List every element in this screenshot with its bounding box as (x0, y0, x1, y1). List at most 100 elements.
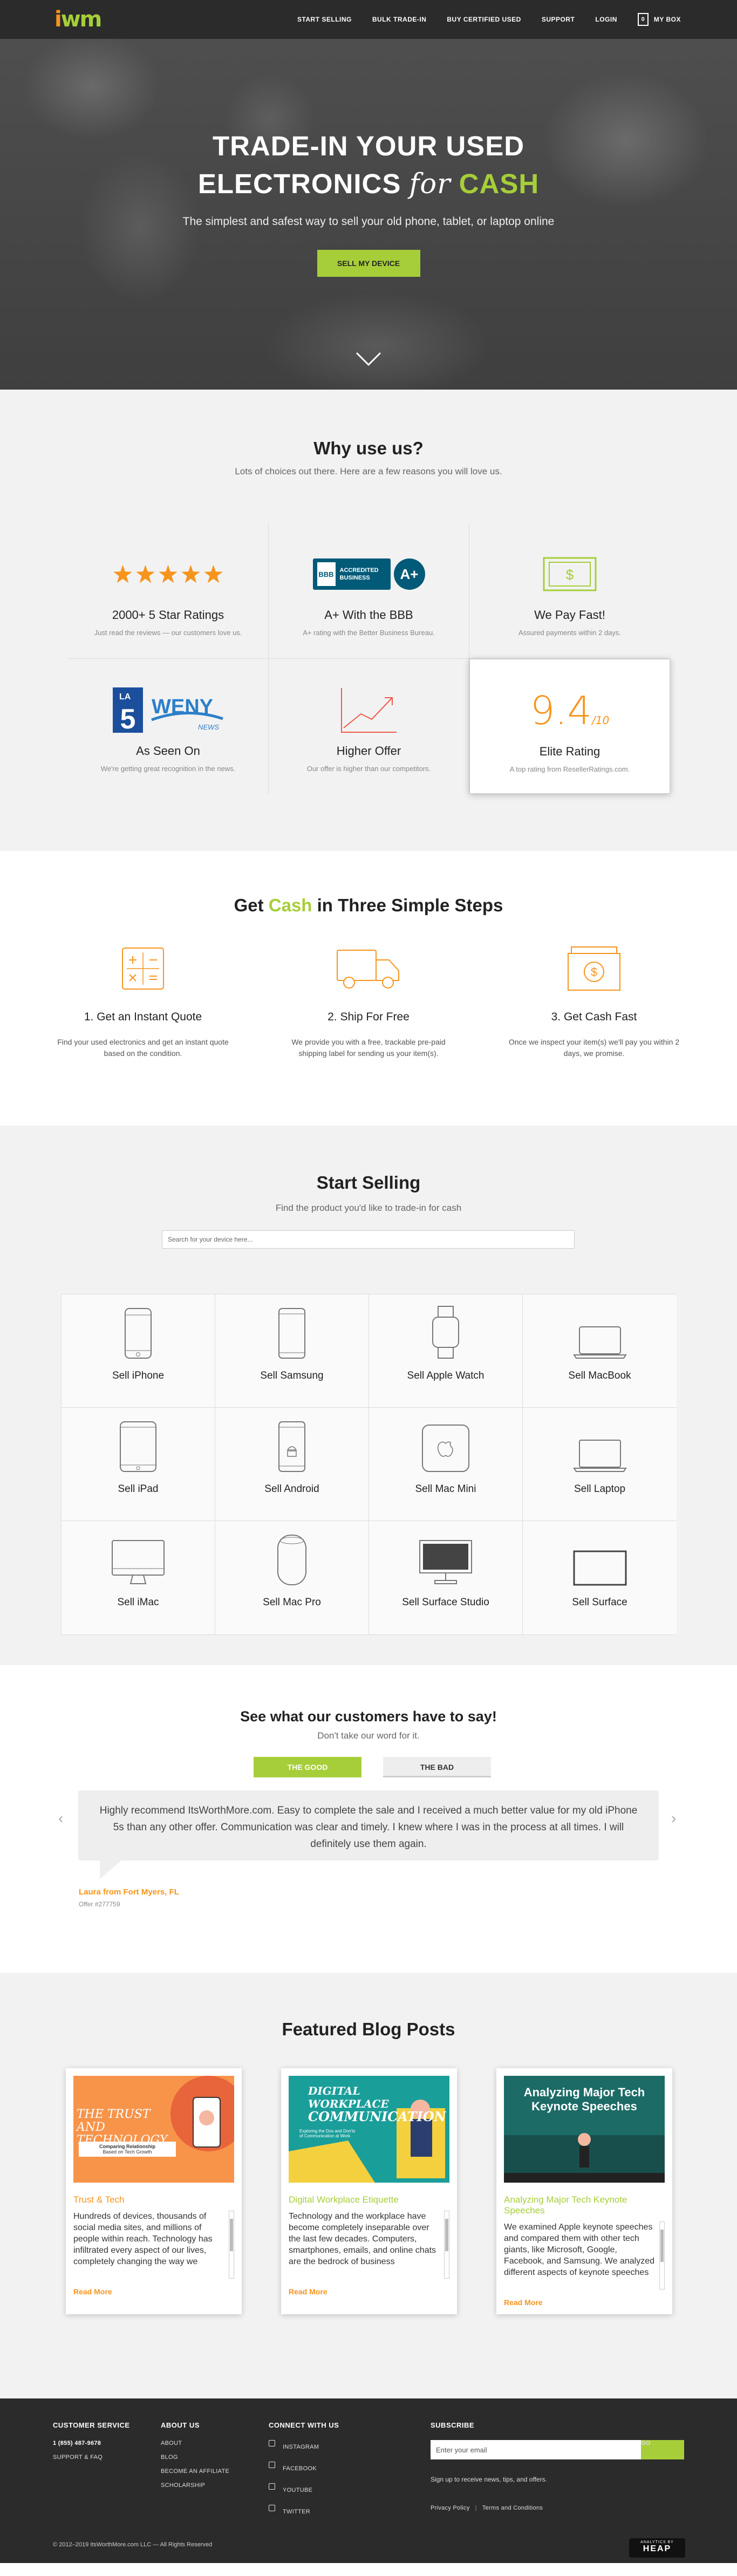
hero-title: TRADE-IN YOUR USED ELECTRONICS for CASH (0, 127, 737, 203)
why-item-bbb: BBB ACCREDITED BUSINESS A+ A+ With the BBB… (269, 523, 469, 659)
nav-buy-certified-used[interactable]: BUY CERTIFIED USED (447, 16, 521, 23)
product-tile-iphone[interactable]: Sell iPhone (62, 1294, 215, 1408)
product-tile-apple-watch[interactable]: Sell Apple Watch (369, 1294, 523, 1408)
news-weny-sub: NEWS (198, 723, 219, 731)
my-box-button[interactable]: 0 MY BOX (637, 13, 681, 26)
ipad-icon (62, 1419, 215, 1478)
footer-support-link[interactable]: SUPPORT & FAQ (53, 2454, 130, 2461)
footer-scholarship-link[interactable]: SCHOLARSHIP (161, 2482, 229, 2489)
tab-the-bad[interactable]: THE BAD (383, 1757, 491, 1777)
footer-blog-link[interactable]: BLOG (161, 2454, 229, 2461)
product-label: Sell iPad (118, 1483, 159, 1495)
sell-subtitle: Find the product you'd like to trade-in … (275, 1203, 462, 1213)
nav-login[interactable]: LOGIN (595, 16, 617, 23)
blog-image-text: Analyzing Major Tech (523, 2086, 645, 2099)
site-logo[interactable]: i wm (54, 7, 102, 32)
youtube-link[interactable]: YOUTUBE (269, 2483, 339, 2497)
blog-image-keynote-speeches[interactable]: Analyzing Major Tech Keynote Speeches (504, 2076, 665, 2183)
email-field[interactable]: Enter your email (431, 2440, 641, 2459)
product-tile-macbook[interactable]: Sell MacBook (523, 1294, 677, 1408)
product-tile-android[interactable]: Sell Android (215, 1408, 369, 1521)
iphone-icon (62, 1305, 215, 1365)
blog-post-title[interactable]: Trust & Tech (73, 2195, 234, 2205)
bbb-line2: BUSINESS (339, 575, 370, 581)
dollar-bill-icon: $ (469, 555, 670, 593)
why-item-pay-fast: $ We Pay Fast! Assured payments within 2… (469, 523, 670, 659)
blog-post-excerpt: Hundreds of devices, thousands of social… (73, 2212, 213, 2266)
hero-title-electronics: ELECTRONICS (197, 168, 401, 199)
footer-phone[interactable]: 1 (855) 487-9678 (53, 2440, 130, 2446)
footer-heading: CONNECT WITH US (269, 2421, 339, 2429)
tab-the-good[interactable]: THE GOOD (254, 1757, 361, 1777)
read-more-link[interactable]: Read More (73, 2287, 234, 2296)
sell-title: Start Selling (316, 1173, 421, 1192)
footer-heading: ABOUT US (161, 2421, 200, 2429)
step-title: 3. Get Cash Fast (551, 1011, 637, 1023)
nav-support[interactable]: SUPPORT (542, 16, 575, 23)
terms-link[interactable]: Terms and Conditions (482, 2505, 543, 2511)
product-tile-laptop[interactable]: Sell Laptop (523, 1408, 677, 1521)
product-tile-mac-mini[interactable]: Sell Mac Mini (369, 1408, 523, 1521)
step-ship: 2. Ship For Free We provide you with a f… (279, 947, 458, 1059)
social-label: FACEBOOK (283, 2465, 317, 2472)
my-box-label: MY BOX (653, 16, 681, 23)
step-title: 2. Ship For Free (327, 1011, 410, 1023)
macbook-icon (523, 1305, 677, 1365)
why-item-title: Higher Offer (336, 744, 401, 758)
instagram-icon (269, 2440, 275, 2446)
product-tile-mac-pro[interactable]: Sell Mac Pro (215, 1521, 369, 1634)
elite-score-unit: /10 (592, 714, 610, 727)
excerpt-scrollbar[interactable] (444, 2211, 449, 2279)
blog-image-text: Comparing Relationship (99, 2144, 155, 2149)
blog-image-text: COMMUNICATION (308, 2109, 446, 2124)
heap-analytics-badge[interactable]: ANALYTICS BY HEAP (629, 2538, 685, 2558)
blog-post-title[interactable]: Digital Workplace Etiquette (289, 2195, 449, 2205)
product-tile-surface-studio[interactable]: Sell Surface Studio (369, 1521, 523, 1634)
product-tile-surface[interactable]: Sell Surface (523, 1521, 677, 1634)
testimonials-section: See what our customers have to say! Don'… (0, 1665, 737, 1973)
product-tile-imac[interactable]: Sell iMac (62, 1521, 215, 1634)
subscribe-form: Enter your email GO (431, 2440, 684, 2467)
blog-image-digital-workplace[interactable]: DIGITAL WORKPLACE COMMUNICATION Explorin… (289, 2076, 449, 2183)
bbb-logo: BBB (317, 562, 336, 586)
testimonials-subtitle: Don't take our word for it. (317, 1730, 420, 1741)
chevron-right-icon[interactable]: › (671, 1810, 676, 1827)
read-more-link[interactable]: Read More (289, 2287, 449, 2296)
read-more-link[interactable]: Read More (504, 2298, 665, 2307)
why-item-title: A+ With the BBB (324, 608, 413, 622)
blog-image-trust-tech[interactable]: THE TRUST AND TECHNOLOGY Comparing Relat… (73, 2076, 234, 2183)
footer-heading: SUBSCRIBE (431, 2421, 475, 2429)
review-tabs: THE GOOD THE BAD (254, 1757, 491, 1777)
bbb-badge-icon: BBB ACCREDITED BUSINESS A+ (269, 555, 469, 593)
elite-score: 9.4/10 (470, 688, 670, 733)
blog-post-excerpt: Technology and the workplace have become… (289, 2212, 436, 2266)
excerpt-scrollbar[interactable] (659, 2221, 665, 2289)
hero-subtitle: The simplest and safest way to sell your… (182, 215, 555, 228)
chevron-down-icon[interactable] (355, 351, 382, 367)
social-label: TWITTER (283, 2509, 310, 2515)
footer-about-link[interactable]: ABOUT (161, 2440, 229, 2446)
product-tile-ipad[interactable]: Sell iPad (62, 1408, 215, 1521)
step-desc: Find your used electronics and get an in… (57, 1038, 229, 1058)
why-title: Why use us? (313, 438, 424, 458)
blog-post-title[interactable]: Analyzing Major Tech Keynote Speeches (504, 2195, 665, 2216)
blog-image-text: DIGITAL (308, 2084, 360, 2097)
footer-affiliate-link[interactable]: BECOME AN AFFILIATE (161, 2468, 229, 2475)
sell-my-device-button[interactable]: SELL MY DEVICE (317, 250, 420, 277)
chevron-left-icon[interactable]: ‹ (58, 1810, 63, 1827)
product-tile-samsung[interactable]: Sell Samsung (215, 1294, 369, 1408)
privacy-policy-link[interactable]: Privacy Policy (431, 2505, 470, 2511)
bbb-grade: A+ (393, 558, 425, 590)
facebook-link[interactable]: FACEBOOK (269, 2462, 339, 2476)
logo-i: i (54, 7, 62, 32)
product-label: Sell MacBook (568, 1370, 631, 1381)
nav-bulk-trade-in[interactable]: BULK TRADE-IN (372, 16, 427, 23)
twitter-link[interactable]: TWITTER (269, 2505, 339, 2519)
nav-start-selling[interactable]: START SELLING (297, 16, 352, 23)
subscribe-go-button[interactable]: GO (641, 2440, 684, 2459)
excerpt-scrollbar[interactable] (229, 2211, 234, 2279)
instagram-link[interactable]: INSTAGRAM (269, 2440, 339, 2454)
device-search-input[interactable]: Search for your device here... (162, 1230, 575, 1249)
testimonials-title: See what our customers have to say! (240, 1708, 497, 1725)
mac-pro-icon (215, 1532, 368, 1591)
